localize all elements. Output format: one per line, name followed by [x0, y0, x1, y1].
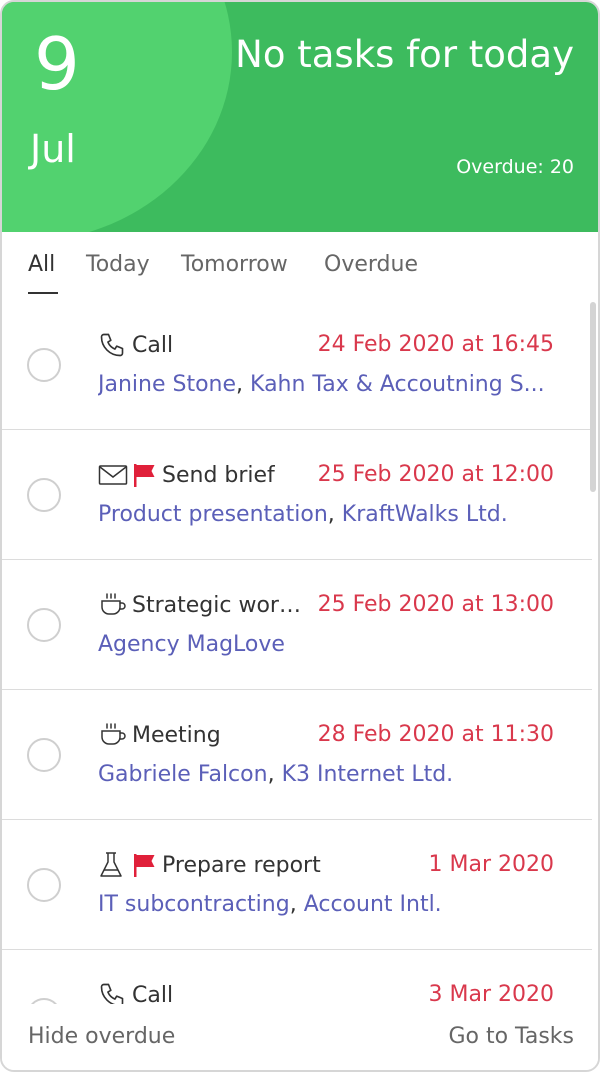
task-title-line: Call: [98, 328, 173, 362]
phone-icon: [98, 981, 128, 1004]
separator: ,: [327, 502, 342, 527]
task-row[interactable]: Prepare report 1 Mar 2020 IT subcontract…: [2, 820, 592, 950]
flask-icon: [98, 851, 128, 879]
company-link[interactable]: K3 Internet Ltd.: [282, 762, 454, 787]
deal-link[interactable]: IT subcontracting: [98, 892, 290, 917]
overdue-count: Overdue: 20: [456, 156, 574, 178]
task-row[interactable]: Call 24 Feb 2020 at 16:45 Janine Stone, …: [2, 300, 592, 430]
task-relations: Gabriele Falcon, K3 Internet Ltd.: [98, 762, 554, 787]
hide-overdue-link[interactable]: Hide overdue: [28, 1024, 175, 1049]
company-link[interactable]: Agency MagLove: [98, 632, 285, 657]
coffee-cup-icon: [98, 721, 128, 749]
tab-tomorrow[interactable]: Tomorrow: [181, 254, 288, 276]
due-date: 1 Mar 2020: [428, 852, 554, 877]
due-date: 25 Feb 2020 at 13:00: [317, 592, 554, 617]
contact-link[interactable]: Gabriele Falcon: [98, 762, 268, 787]
flag-icon: [132, 851, 158, 879]
task-list[interactable]: Call 24 Feb 2020 at 16:45 Janine Stone, …: [2, 300, 598, 1004]
coffee-cup-icon: [98, 591, 128, 619]
complete-checkbox[interactable]: [27, 868, 61, 902]
company-link[interactable]: Account Intl.: [304, 892, 442, 917]
task-row[interactable]: Call 3 Mar 2020: [2, 950, 592, 1004]
phone-icon: [98, 331, 128, 359]
flag-icon: [132, 461, 158, 489]
due-date: 25 Feb 2020 at 12:00: [317, 462, 554, 487]
task-title-line: Prepare report: [98, 848, 321, 882]
task-relations: Agency MagLove: [98, 632, 554, 657]
contact-link[interactable]: Janine Stone: [98, 372, 236, 397]
widget-footer: Hide overdue Go to Tasks: [2, 1004, 598, 1070]
task-row[interactable]: Meeting 28 Feb 2020 at 11:30 Gabriele Fa…: [2, 690, 592, 820]
tab-all[interactable]: All: [28, 254, 55, 276]
company-link[interactable]: KraftWalks Ltd.: [342, 502, 508, 527]
task-title-line: Meeting: [98, 718, 221, 752]
task-title-line: Send brief: [98, 458, 275, 492]
due-date: 3 Mar 2020: [428, 982, 554, 1005]
company-link[interactable]: Kahn Tax & Accoutning S...: [250, 372, 545, 397]
separator: ,: [236, 372, 251, 397]
go-to-tasks-link[interactable]: Go to Tasks: [448, 1024, 574, 1049]
task-name[interactable]: Meeting: [132, 723, 221, 748]
complete-checkbox[interactable]: [27, 348, 61, 382]
envelope-icon: [98, 461, 128, 489]
date-header: 9 Jul No tasks for today Overdue: 20: [2, 2, 598, 232]
task-title-line: Strategic wor…: [98, 588, 301, 622]
task-relations: Janine Stone, Kahn Tax & Accoutning S...: [98, 372, 554, 397]
tasks-widget: 9 Jul No tasks for today Overdue: 20 All…: [0, 0, 600, 1072]
due-date: 28 Feb 2020 at 11:30: [317, 722, 554, 747]
complete-checkbox[interactable]: [27, 608, 61, 642]
current-day: 9: [34, 22, 80, 106]
task-name[interactable]: Call: [132, 333, 173, 358]
task-row[interactable]: Send brief 25 Feb 2020 at 12:00 Product …: [2, 430, 592, 560]
tab-today[interactable]: Today: [86, 254, 150, 276]
task-relations: Product presentation, KraftWalks Ltd.: [98, 502, 554, 527]
complete-checkbox[interactable]: [27, 738, 61, 772]
tab-overdue[interactable]: Overdue: [324, 254, 418, 276]
task-name[interactable]: Send brief: [162, 463, 275, 488]
task-relations: IT subcontracting, Account Intl.: [98, 892, 554, 917]
current-month: Jul: [30, 127, 76, 171]
task-row[interactable]: Strategic wor… 25 Feb 2020 at 13:00 Agen…: [2, 560, 592, 690]
complete-checkbox[interactable]: [27, 478, 61, 512]
task-name[interactable]: Strategic wor…: [132, 593, 301, 618]
task-name[interactable]: Call: [132, 983, 173, 1005]
today-status: No tasks for today: [235, 33, 574, 76]
filter-tabs: All Today Tomorrow Overdue: [2, 232, 598, 300]
active-tab-indicator: [28, 292, 58, 294]
separator: ,: [267, 762, 282, 787]
due-date: 24 Feb 2020 at 16:45: [317, 332, 554, 357]
deal-link[interactable]: Product presentation: [98, 502, 328, 527]
task-name[interactable]: Prepare report: [162, 853, 321, 878]
separator: ,: [289, 892, 304, 917]
list-scrollbar[interactable]: [590, 302, 596, 492]
task-title-line: Call: [98, 978, 173, 1004]
